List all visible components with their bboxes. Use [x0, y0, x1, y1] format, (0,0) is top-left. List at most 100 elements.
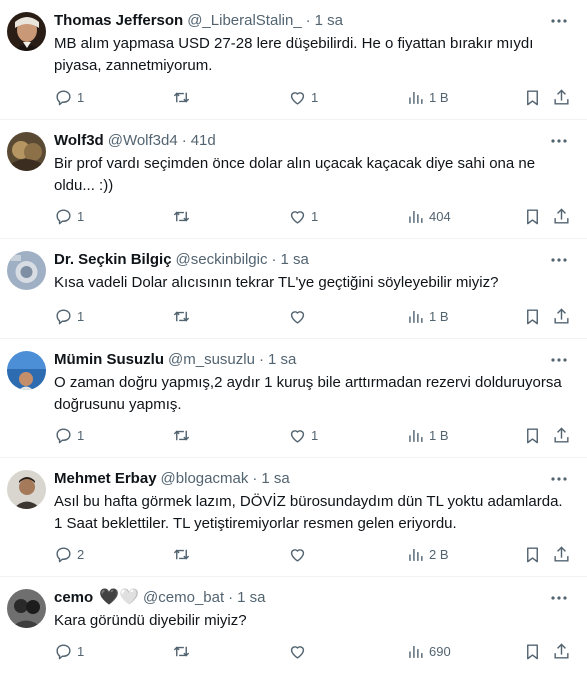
- avatar[interactable]: [7, 589, 46, 628]
- user-handle[interactable]: @_LiberalStalin_: [187, 10, 301, 32]
- retweet-button[interactable]: [172, 305, 195, 327]
- tweet-actions: 1 1 404: [54, 205, 569, 227]
- views-button[interactable]: 1 B: [406, 86, 449, 108]
- view-count: 404: [429, 208, 451, 224]
- more-options-button[interactable]: [549, 251, 569, 269]
- display-name[interactable]: cemo: [54, 587, 93, 609]
- like-button[interactable]: [288, 543, 311, 565]
- black-heart-emoji: 🖤: [99, 589, 120, 606]
- tweet-actions: 1 1 B: [54, 305, 569, 327]
- views-button[interactable]: 1 B: [406, 424, 449, 446]
- reply-count: 1: [77, 208, 85, 224]
- like-count: 1: [311, 427, 319, 443]
- share-button[interactable]: [552, 86, 571, 108]
- user-handle[interactable]: @blogacmak: [161, 468, 249, 490]
- heart-icon: [290, 91, 305, 105]
- tweet-header: Dr. Seçkin Bilgiç @seckinbilgic · 1 sa: [54, 249, 569, 271]
- avatar[interactable]: [7, 470, 46, 509]
- share-button[interactable]: [552, 305, 571, 327]
- display-name[interactable]: Mehmet Erbay: [54, 468, 157, 490]
- reply-icon: [56, 546, 71, 562]
- separator-dot: ·: [181, 132, 187, 149]
- retweet-button[interactable]: [172, 640, 195, 662]
- more-options-button[interactable]: [549, 132, 569, 150]
- tweet-header: Mehmet Erbay @blogacmak · 1 sa: [54, 468, 569, 490]
- share-button[interactable]: [552, 205, 571, 227]
- user-handle[interactable]: @Wolf3d4: [108, 130, 178, 152]
- views-button[interactable]: 1 B: [406, 305, 449, 327]
- more-icon: [551, 358, 567, 362]
- heart-icon: [290, 429, 305, 443]
- bookmark-button[interactable]: [523, 205, 542, 227]
- bookmark-button[interactable]: [523, 424, 542, 446]
- tweet[interactable]: Mehmet Erbay @blogacmak · 1 sa Asıl bu h…: [0, 458, 587, 577]
- tweet[interactable]: Thomas Jefferson @_LiberalStalin_ · 1 sa…: [0, 0, 587, 120]
- reply-button[interactable]: 1: [54, 86, 84, 108]
- timestamp[interactable]: 1 sa: [315, 10, 343, 32]
- tweet-content: Wolf3d @Wolf3d4 · 41d Bir prof vardı seç…: [54, 130, 569, 224]
- more-icon: [551, 19, 567, 23]
- reply-button[interactable]: 1: [54, 424, 84, 446]
- display-name[interactable]: Wolf3d: [54, 130, 104, 152]
- tweet[interactable]: Wolf3d @Wolf3d4 · 41d Bir prof vardı seç…: [0, 120, 587, 239]
- reply-button[interactable]: 1: [54, 640, 84, 662]
- retweet-button[interactable]: [172, 86, 195, 108]
- views-button[interactable]: 404: [406, 205, 451, 227]
- timestamp[interactable]: 1 sa: [280, 249, 308, 271]
- separator-dot: ·: [228, 589, 234, 606]
- reply-button[interactable]: 1: [54, 205, 84, 227]
- retweet-button[interactable]: [172, 205, 195, 227]
- reply-count: 1: [77, 643, 85, 659]
- more-options-button[interactable]: [549, 589, 569, 607]
- avatar[interactable]: [7, 251, 46, 290]
- display-name[interactable]: Thomas Jefferson: [54, 10, 183, 32]
- display-name[interactable]: Mümin Susuzlu: [54, 349, 164, 371]
- retweet-button[interactable]: [172, 424, 195, 446]
- more-options-button[interactable]: [549, 470, 569, 488]
- timestamp[interactable]: 1 sa: [261, 468, 289, 490]
- bookmark-button[interactable]: [523, 640, 542, 662]
- avatar[interactable]: [7, 132, 46, 171]
- bookmark-button[interactable]: [523, 305, 542, 327]
- user-handle[interactable]: @cemo_bat: [143, 587, 224, 609]
- bookmark-button[interactable]: [523, 86, 542, 108]
- view-count: 1 B: [429, 308, 449, 324]
- views-button[interactable]: 690: [406, 640, 451, 662]
- display-name[interactable]: Dr. Seçkin Bilgiç: [54, 249, 172, 271]
- share-button[interactable]: [552, 543, 571, 565]
- more-options-button[interactable]: [549, 351, 569, 369]
- like-button[interactable]: 1: [288, 86, 318, 108]
- timestamp[interactable]: 41d: [191, 130, 216, 152]
- name-emojis: 🖤 🤍: [99, 587, 139, 609]
- separator-dot: ·: [258, 351, 264, 368]
- views-button[interactable]: 2 B: [406, 543, 449, 565]
- bookmark-icon: [527, 208, 538, 224]
- tweet[interactable]: Dr. Seçkin Bilgiç @seckinbilgic · 1 sa K…: [0, 239, 587, 339]
- timestamp[interactable]: 1 sa: [237, 587, 265, 609]
- tweet[interactable]: cemo 🖤 🤍 @cemo_bat · 1 sa Kara göründü d…: [0, 577, 587, 674]
- like-button[interactable]: [288, 305, 311, 327]
- retweet-button[interactable]: [172, 543, 195, 565]
- share-button[interactable]: [552, 424, 571, 446]
- like-button[interactable]: 1: [288, 205, 318, 227]
- avatar[interactable]: [7, 12, 46, 51]
- more-options-button[interactable]: [549, 12, 569, 30]
- user-handle[interactable]: @m_susuzlu: [168, 349, 255, 371]
- like-button[interactable]: 1: [288, 424, 318, 446]
- heart-icon: [290, 210, 305, 224]
- user-handle[interactable]: @seckinbilgic: [176, 249, 268, 271]
- view-count: 2 B: [429, 546, 449, 562]
- avatar[interactable]: [7, 351, 46, 390]
- tweet-content: cemo 🖤 🤍 @cemo_bat · 1 sa Kara göründü d…: [54, 587, 569, 659]
- tweet[interactable]: Mümin Susuzlu @m_susuzlu · 1 sa O zaman …: [0, 339, 587, 458]
- timestamp[interactable]: 1 sa: [268, 349, 296, 371]
- share-button[interactable]: [552, 640, 571, 662]
- like-button[interactable]: [288, 640, 311, 662]
- retweet-icon: [173, 211, 190, 221]
- bookmark-icon: [527, 546, 538, 562]
- bookmark-button[interactable]: [523, 543, 542, 565]
- reply-button[interactable]: 2: [54, 543, 84, 565]
- retweet-icon: [173, 646, 190, 656]
- views-icon: [409, 645, 423, 658]
- reply-button[interactable]: 1: [54, 305, 84, 327]
